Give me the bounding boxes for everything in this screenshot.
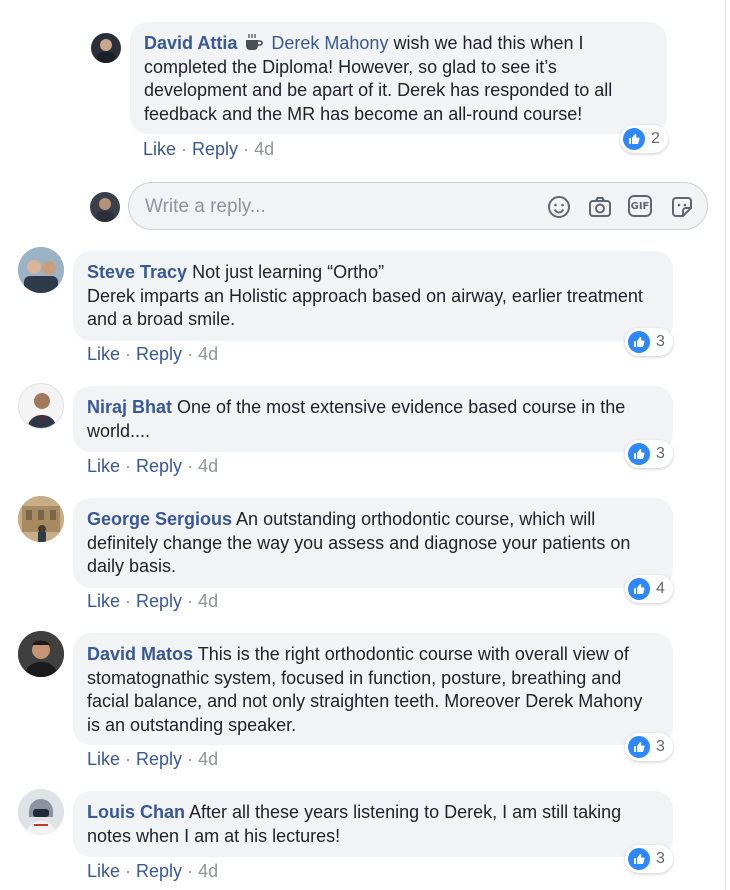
comment-author[interactable]: Niraj Bhat bbox=[87, 397, 172, 417]
reply-link[interactable]: Reply bbox=[136, 591, 182, 611]
avatar-george-sergious[interactable] bbox=[18, 496, 64, 542]
reply-link[interactable]: Reply bbox=[136, 749, 182, 769]
comment-author[interactable]: David Matos bbox=[87, 644, 193, 664]
avatar-louis-chan[interactable] bbox=[18, 789, 64, 835]
reaction-badge[interactable]: 3 bbox=[625, 440, 673, 468]
mention-link[interactable]: Derek Mahony bbox=[271, 33, 388, 53]
like-icon bbox=[628, 848, 650, 870]
like-link[interactable]: Like bbox=[87, 456, 120, 476]
reply-placeholder: Write a reply... bbox=[145, 196, 266, 217]
reply-link[interactable]: Reply bbox=[136, 456, 182, 476]
like-icon bbox=[628, 578, 650, 600]
sticker-icon[interactable] bbox=[669, 194, 695, 220]
reply-link[interactable]: Reply bbox=[192, 139, 238, 159]
comment-bubble: Louis Chan After all these years listeni… bbox=[73, 791, 673, 857]
like-link[interactable]: Like bbox=[87, 861, 120, 881]
reply-link[interactable]: Reply bbox=[136, 861, 182, 881]
reaction-count: 3 bbox=[656, 850, 665, 867]
reaction-count: 3 bbox=[656, 738, 665, 755]
reaction-badge[interactable]: 3 bbox=[625, 328, 673, 356]
comment-bubble: George Sergious An outstanding orthodont… bbox=[73, 498, 673, 588]
comment-timestamp[interactable]: 4d bbox=[198, 861, 218, 881]
like-icon bbox=[623, 128, 645, 150]
comment-timestamp[interactable]: 4d bbox=[198, 456, 218, 476]
gif-icon[interactable]: GIF bbox=[628, 195, 652, 217]
reply-link[interactable]: Reply bbox=[136, 344, 182, 364]
like-link[interactable]: Like bbox=[143, 139, 176, 159]
comment-actions: Like · Reply · 4d bbox=[87, 861, 219, 881]
feed-divider bbox=[725, 0, 726, 890]
comment-author[interactable]: David Attia bbox=[144, 33, 237, 53]
avatar-david-attia[interactable] bbox=[91, 33, 121, 63]
comment-actions: Like · Reply · 4d bbox=[87, 749, 219, 769]
emoji-icon[interactable] bbox=[546, 194, 572, 220]
comment-timestamp[interactable]: 4d bbox=[198, 749, 218, 769]
like-icon bbox=[628, 443, 650, 465]
comment-bubble: Niraj Bhat One of the most extensive evi… bbox=[73, 386, 673, 452]
comment-author[interactable]: Louis Chan bbox=[87, 802, 185, 822]
avatar-steve-tracy[interactable] bbox=[18, 247, 64, 293]
reaction-count: 2 bbox=[651, 130, 660, 147]
like-icon bbox=[628, 331, 650, 353]
comment-timestamp[interactable]: 4d bbox=[198, 591, 218, 611]
reaction-badge[interactable]: 3 bbox=[625, 733, 673, 761]
comment-actions: Like · Reply · 4d bbox=[143, 139, 275, 159]
comment-text: Not just learning “Ortho” bbox=[187, 262, 385, 282]
like-icon bbox=[628, 736, 650, 758]
comment-timestamp[interactable]: 4d bbox=[254, 139, 274, 159]
reaction-count: 3 bbox=[656, 333, 665, 350]
comment-actions: Like · Reply · 4d bbox=[87, 344, 219, 364]
reaction-badge[interactable]: 2 bbox=[620, 125, 668, 153]
comment-actions: Like · Reply · 4d bbox=[87, 591, 219, 611]
like-link[interactable]: Like bbox=[87, 591, 120, 611]
comment-timestamp[interactable]: 4d bbox=[198, 344, 218, 364]
reaction-count: 4 bbox=[656, 580, 665, 597]
like-link[interactable]: Like bbox=[87, 344, 120, 364]
comment-bubble: Steve Tracy Not just learning “Ortho” De… bbox=[73, 251, 673, 341]
reaction-badge[interactable]: 4 bbox=[625, 575, 673, 603]
like-link[interactable]: Like bbox=[87, 749, 120, 769]
comment-author[interactable]: George Sergious bbox=[87, 509, 232, 529]
comment-actions: Like · Reply · 4d bbox=[87, 456, 219, 476]
avatar-niraj-bhat[interactable] bbox=[18, 383, 64, 429]
coffee-icon bbox=[246, 34, 264, 50]
reply-input[interactable]: Write a reply... GIF bbox=[128, 182, 708, 230]
camera-icon[interactable] bbox=[587, 194, 613, 220]
comment-author[interactable]: Steve Tracy bbox=[87, 262, 187, 282]
comment-bubble: David Attia Derek Mahony wish we had thi… bbox=[130, 22, 667, 134]
reaction-badge[interactable]: 3 bbox=[625, 845, 673, 873]
current-user-avatar bbox=[90, 192, 120, 222]
comment-text-line2: Derek imparts an Holistic approach based… bbox=[87, 285, 643, 330]
reaction-count: 3 bbox=[656, 445, 665, 462]
comment-bubble: David Matos This is the right orthodonti… bbox=[73, 633, 673, 745]
avatar-david-matos[interactable] bbox=[18, 631, 64, 677]
